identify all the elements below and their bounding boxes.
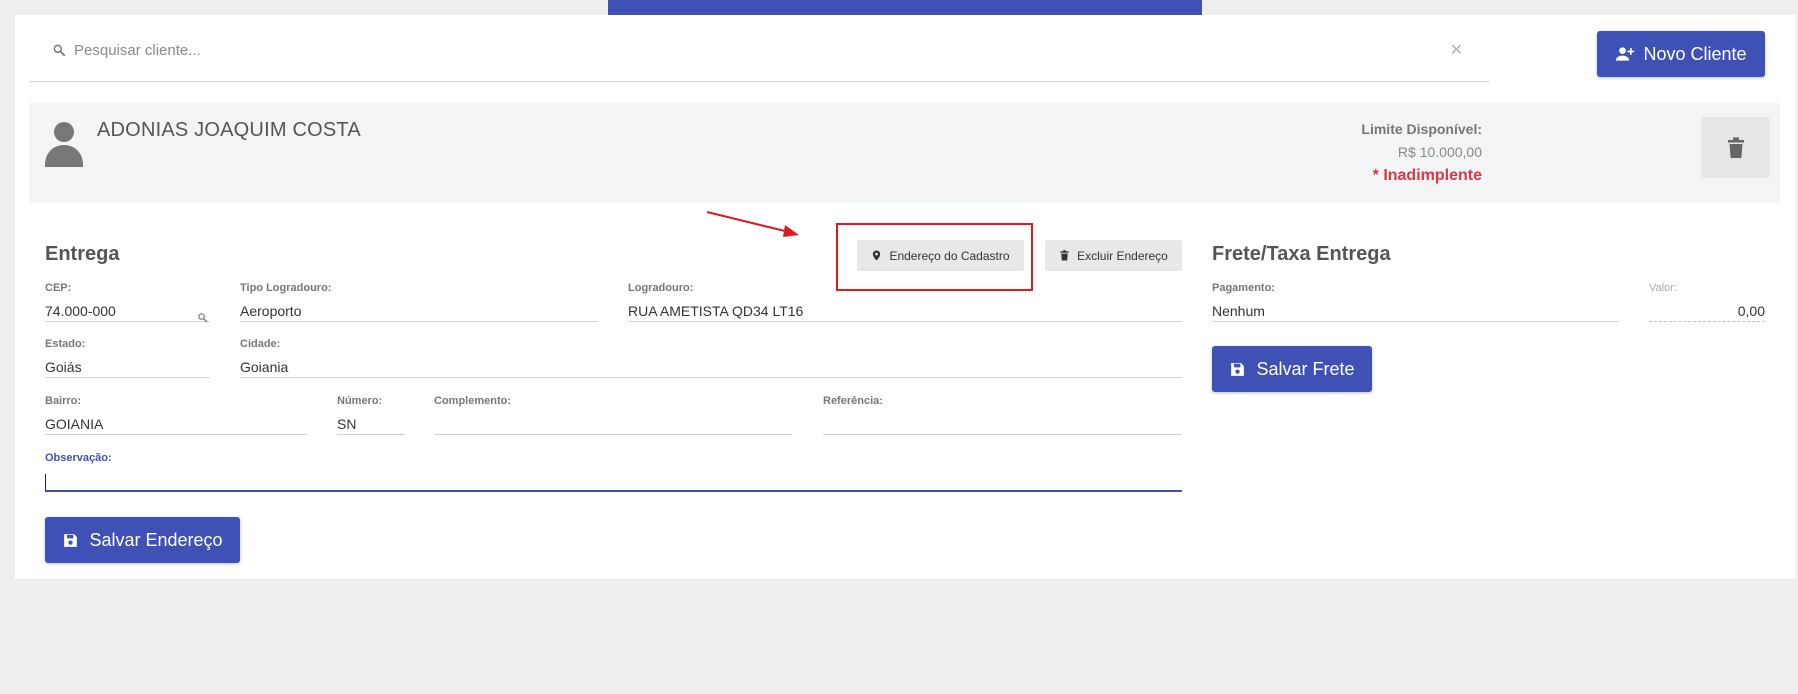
numero-value[interactable]: SN bbox=[337, 413, 405, 435]
search-icon[interactable] bbox=[197, 312, 208, 323]
referencia-value[interactable] bbox=[823, 413, 1182, 435]
cep-field[interactable]: CEP: 74.000-000 bbox=[45, 282, 210, 323]
limit-value: R$ 10.000,00 bbox=[1397, 144, 1482, 160]
search-icon bbox=[53, 44, 66, 57]
excluir-endereco-button[interactable]: Excluir Endereço bbox=[1045, 240, 1182, 271]
bairro-value[interactable]: GOIANIA bbox=[45, 413, 307, 435]
top-tab-indicator bbox=[608, 0, 1202, 15]
cidade-label: Cidade: bbox=[240, 338, 281, 350]
bairro-field[interactable]: Bairro: GOIANIA bbox=[45, 395, 307, 435]
avatar-icon bbox=[45, 122, 83, 167]
valor-field[interactable]: Valor: 0,00 bbox=[1649, 282, 1765, 322]
text-cursor bbox=[45, 474, 46, 491]
salvar-endereco-label: Salvar Endereço bbox=[89, 529, 223, 550]
cep-value[interactable]: 74.000-000 bbox=[45, 300, 210, 322]
save-icon bbox=[1231, 362, 1245, 376]
credit-limit-block: Limite Disponível: R$ 10.000,00 * Inadim… bbox=[1361, 121, 1482, 185]
referencia-label: Referência: bbox=[823, 395, 883, 407]
novo-cliente-label: Novo Cliente bbox=[1643, 43, 1747, 64]
annotation-highlight-box bbox=[836, 223, 1033, 291]
person-add-icon bbox=[1616, 47, 1635, 61]
valor-value[interactable]: 0,00 bbox=[1649, 300, 1765, 322]
estado-label: Estado: bbox=[45, 338, 86, 350]
close-icon[interactable]: ✕ bbox=[1450, 40, 1463, 60]
logradouro-value[interactable]: RUA AMETISTA QD34 LT16 bbox=[628, 300, 1182, 322]
complemento-field[interactable]: Complemento: bbox=[434, 395, 792, 435]
pagamento-field[interactable]: Pagamento: Nenhum bbox=[1212, 282, 1619, 322]
referencia-field[interactable]: Referência: bbox=[823, 395, 1182, 435]
delete-client-button[interactable] bbox=[1701, 117, 1770, 178]
pagamento-value[interactable]: Nenhum bbox=[1212, 300, 1619, 322]
observacao-field[interactable]: Observação: bbox=[45, 452, 1182, 492]
novo-cliente-button[interactable]: Novo Cliente bbox=[1597, 31, 1765, 77]
salvar-frete-label: Salvar Frete bbox=[1256, 358, 1355, 379]
complemento-value[interactable] bbox=[434, 413, 792, 435]
excluir-endereco-label: Excluir Endereço bbox=[1077, 248, 1168, 263]
observacao-input[interactable] bbox=[45, 470, 1182, 492]
save-icon bbox=[64, 533, 78, 547]
trash-icon bbox=[1727, 137, 1744, 158]
numero-field[interactable]: Número: SN bbox=[337, 395, 405, 435]
cep-label: CEP: bbox=[45, 282, 72, 294]
observacao-label: Observação: bbox=[45, 452, 112, 464]
cidade-field[interactable]: Cidade: Goiania bbox=[240, 338, 1182, 378]
estado-value[interactable]: Goiás bbox=[45, 356, 210, 378]
numero-label: Número: bbox=[337, 395, 383, 407]
client-info-panel: ADONIAS JOAQUIM COSTA Limite Disponível:… bbox=[30, 103, 1780, 203]
search-input[interactable] bbox=[74, 38, 1424, 62]
client-search-bar: ✕ bbox=[30, 30, 1489, 82]
complemento-label: Complemento: bbox=[434, 395, 511, 407]
cidade-value[interactable]: Goiania bbox=[240, 356, 1182, 378]
limit-label: Limite Disponível: bbox=[1361, 121, 1482, 137]
bairro-label: Bairro: bbox=[45, 395, 82, 407]
valor-label: Valor: bbox=[1649, 282, 1677, 294]
annotation-arrow bbox=[706, 211, 799, 237]
salvar-frete-button[interactable]: Salvar Frete bbox=[1212, 346, 1372, 392]
estado-field[interactable]: Estado: Goiás bbox=[45, 338, 210, 378]
tipo-logradouro-value[interactable]: Aeroporto bbox=[240, 300, 598, 322]
tipo-logradouro-label: Tipo Logradouro: bbox=[240, 282, 332, 294]
tipo-logradouro-field[interactable]: Tipo Logradouro: Aeroporto bbox=[240, 282, 598, 322]
status-badge: * Inadimplente bbox=[1372, 167, 1482, 184]
trash-icon bbox=[1060, 250, 1069, 261]
entrega-title: Entrega bbox=[45, 243, 120, 265]
pagamento-label: Pagamento: bbox=[1212, 282, 1275, 294]
client-name: ADONIAS JOAQUIM COSTA bbox=[97, 119, 361, 141]
frete-title: Frete/Taxa Entrega bbox=[1212, 243, 1391, 265]
salvar-endereco-button[interactable]: Salvar Endereço bbox=[45, 517, 240, 563]
